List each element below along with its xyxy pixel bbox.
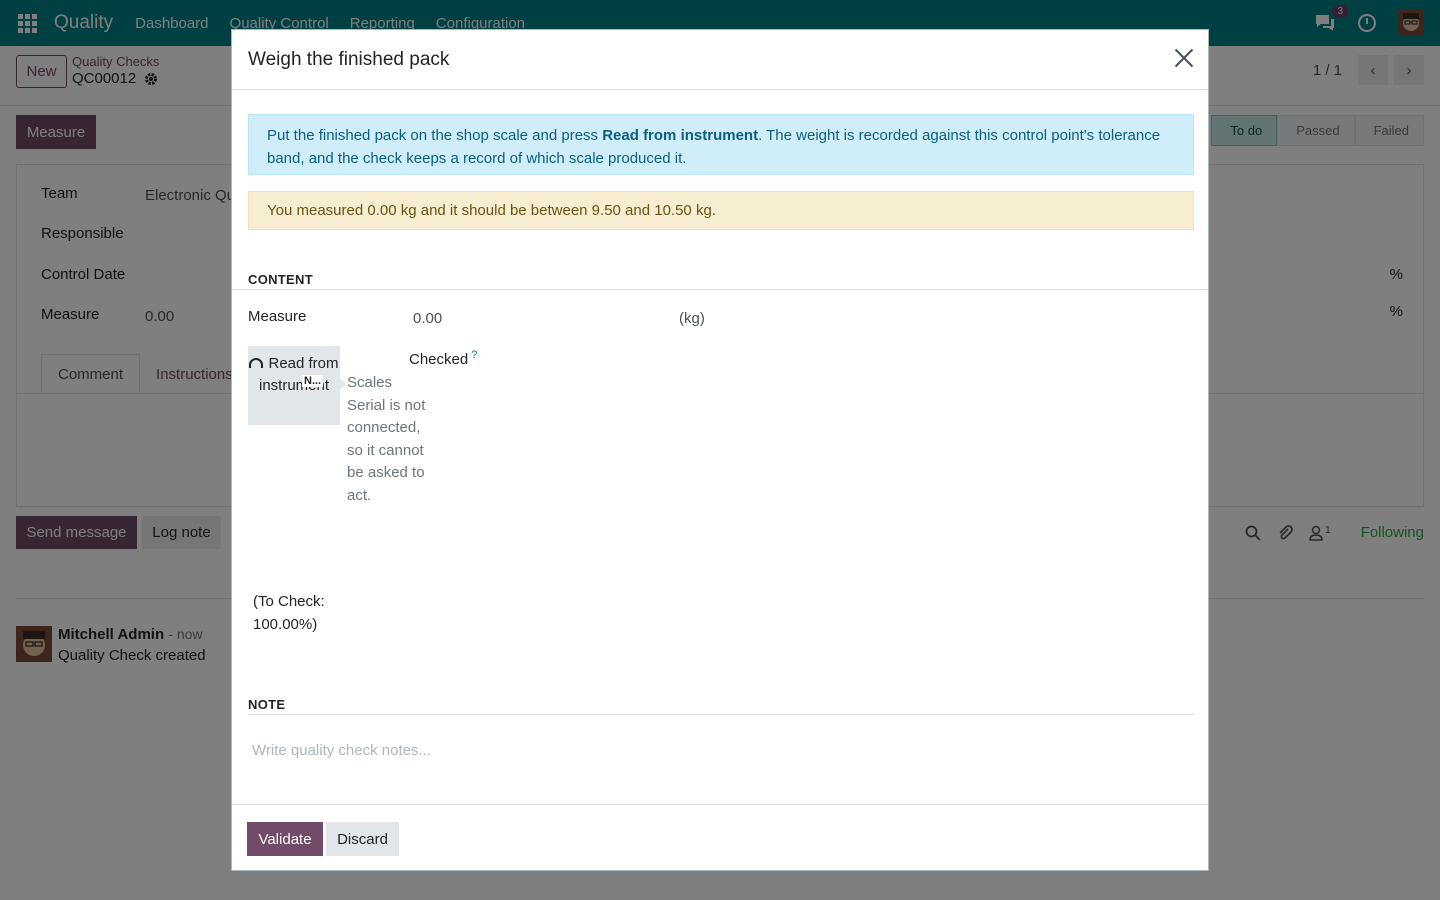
note-divider: [248, 714, 1194, 715]
read-from-instrument-button[interactable]: Read from instrument: [248, 346, 340, 425]
tolerance-warning: You measured 0.00 kg and it should be be…: [248, 191, 1194, 230]
content-heading: CONTENT: [248, 272, 313, 287]
read-button-label: Read from instrument: [258, 355, 339, 394]
dialog-footer: Validate Discard: [232, 804, 1208, 870]
content-divider: [232, 289, 1208, 290]
checked-label-text: Checked: [409, 351, 469, 368]
instrument-status-tooltip: Scales Serial is not connected, so it ca…: [347, 374, 426, 504]
instructions-alert: Put the finished pack on the shop scale …: [248, 114, 1194, 175]
validate-button[interactable]: Validate: [247, 822, 323, 856]
measure-input[interactable]: 0.00: [413, 310, 442, 327]
measure-label: Measure: [248, 308, 307, 325]
close-icon[interactable]: [1174, 48, 1194, 68]
measure-dialog: Weigh the finished pack Put the finished…: [231, 29, 1209, 871]
note-heading: NOTE: [248, 697, 286, 712]
info-text-bold: Read from instrument: [602, 127, 759, 144]
checked-label: Checked?: [409, 349, 477, 368]
note-editor[interactable]: Write quality check notes...: [252, 742, 431, 759]
measure-unit: (kg): [679, 310, 705, 327]
gauge-icon: [249, 358, 264, 368]
tooltip-arrow: [340, 378, 346, 390]
discard-button[interactable]: Discard: [326, 822, 399, 856]
info-text-start: Put the finished pack on the shop scale …: [267, 127, 603, 144]
dialog-header: Weigh the finished pack: [232, 30, 1208, 90]
help-icon[interactable]: ?: [471, 349, 477, 361]
tooltip-title: N...: [302, 375, 324, 387]
dialog-title: Weigh the finished pack: [248, 49, 450, 70]
to-check-percentage: (To Check: 100.00%): [253, 593, 325, 633]
